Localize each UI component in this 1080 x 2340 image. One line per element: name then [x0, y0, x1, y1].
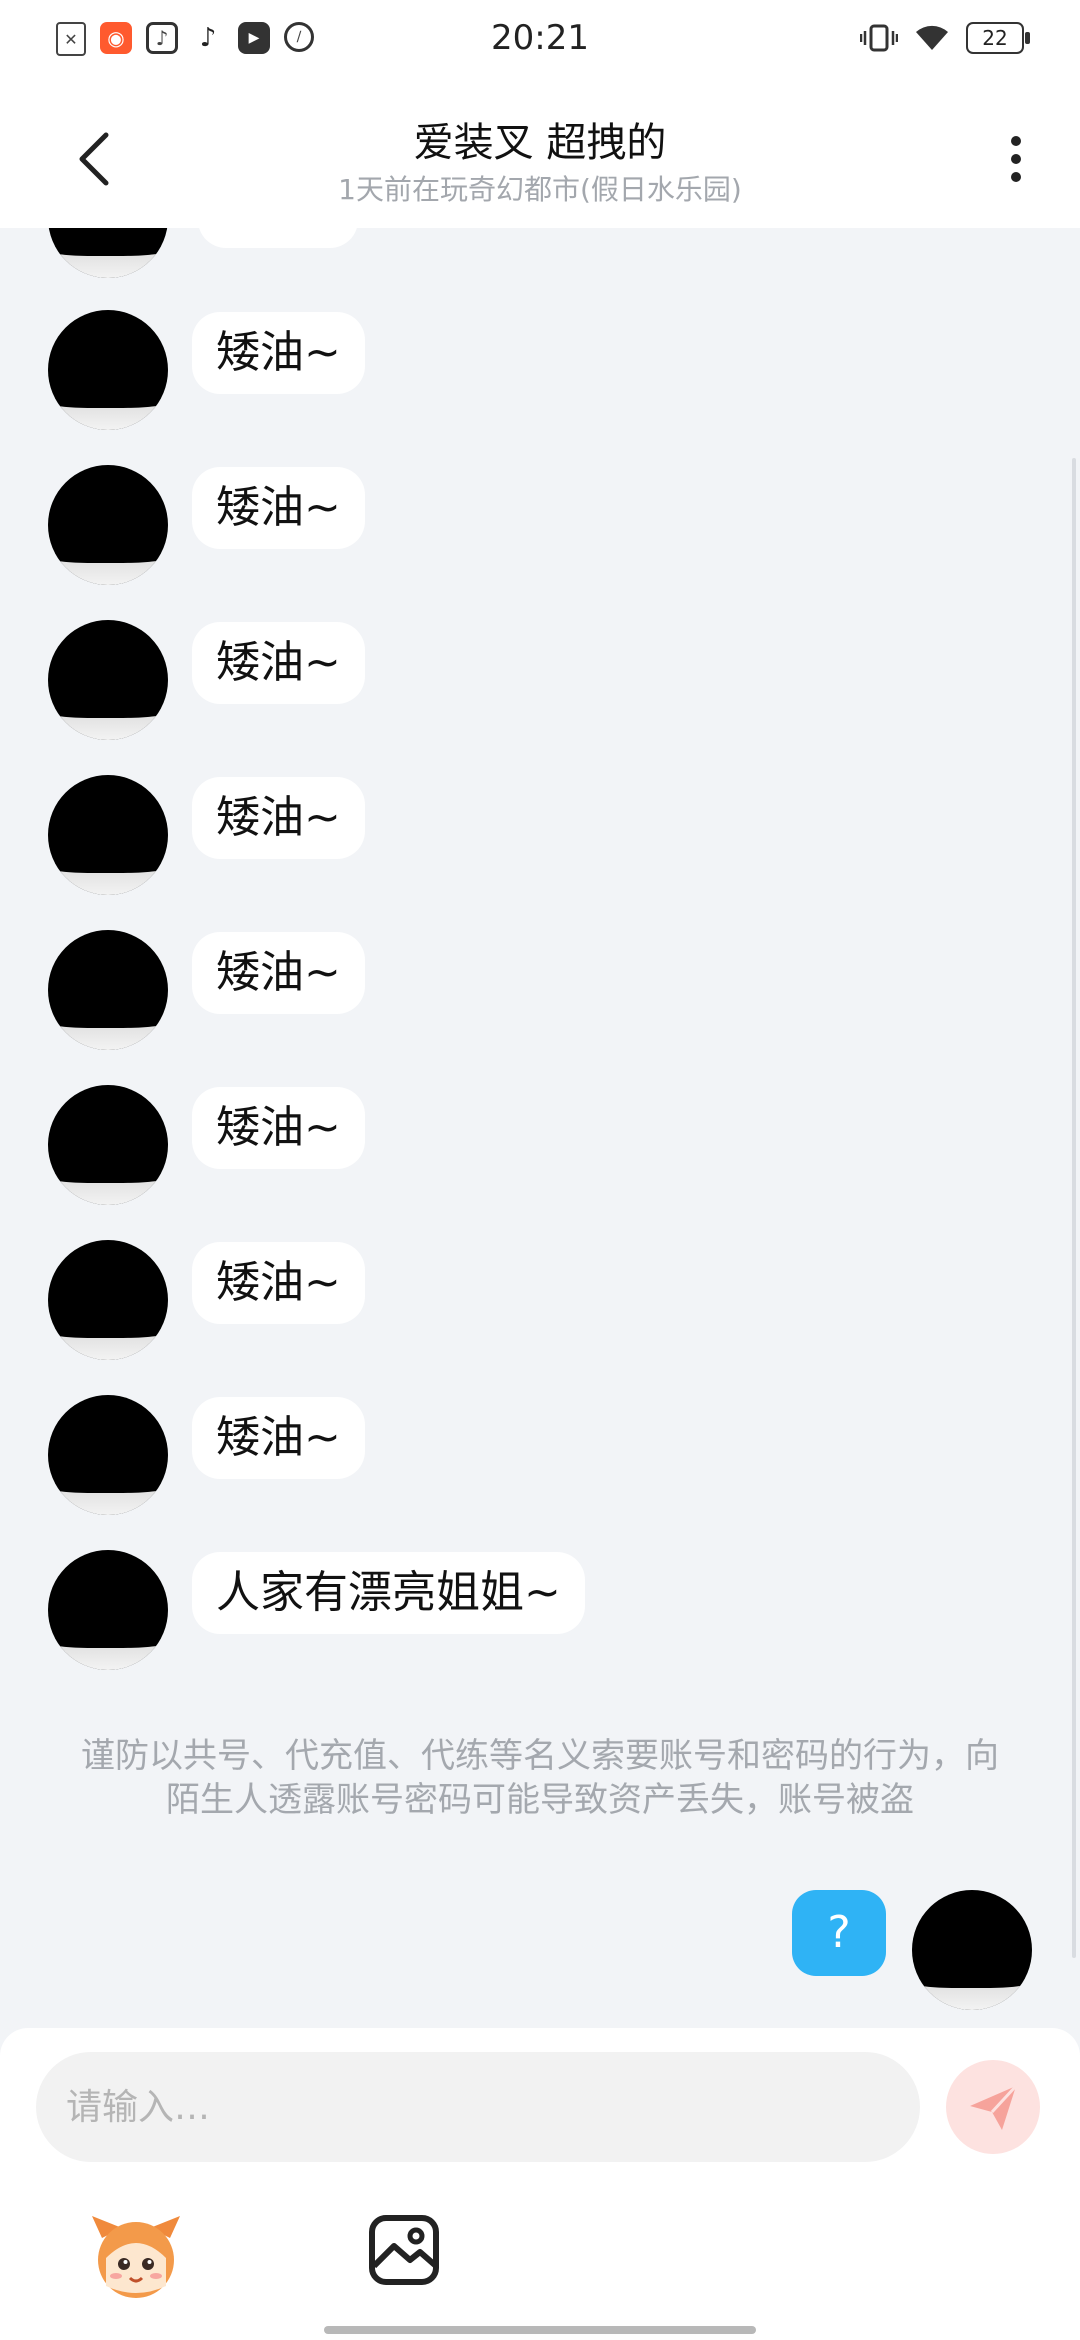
message-row: 矮油~: [48, 930, 365, 1050]
status-bar: ✕ ◉ ♪ ♪ ▶ ∕ 20:21 22: [0, 0, 1080, 84]
more-dot-icon: [1011, 154, 1021, 164]
message-bubble[interactable]: 矮油~: [192, 1397, 365, 1479]
security-warning: 谨防以共号、代充值、代练等名义索要账号和密码的行为，向陌生人透露账号密码可能导致…: [81, 1736, 999, 1820]
message-row: 矮油~: [48, 1395, 365, 1515]
avatar[interactable]: [48, 930, 168, 1050]
home-indicator[interactable]: [324, 2326, 756, 2334]
avatar[interactable]: [48, 310, 168, 430]
avatar[interactable]: [48, 620, 168, 740]
message-input[interactable]: [36, 2052, 920, 2162]
message-row: 矮油~: [48, 465, 365, 585]
image-button[interactable]: [366, 2212, 442, 2288]
message-bubble[interactable]: 矮油~: [192, 777, 365, 859]
scrollbar[interactable]: [1072, 458, 1076, 1958]
avatar[interactable]: [48, 465, 168, 585]
vibrate-icon: [860, 24, 898, 52]
wifi-icon: [916, 25, 948, 50]
message-bubble[interactable]: 矮油~: [192, 312, 365, 394]
send-icon: [970, 2084, 1018, 2130]
message-row: 矮油~: [48, 1240, 365, 1360]
send-button[interactable]: [946, 2060, 1040, 2154]
contact-name: 爱装叉 超拽的: [413, 120, 667, 166]
avatar[interactable]: [48, 775, 168, 895]
more-dot-icon: [1011, 136, 1021, 146]
input-panel: [0, 2028, 1080, 2340]
sticker-button[interactable]: [88, 2208, 184, 2304]
more-options-button[interactable]: [996, 124, 1036, 194]
avatar[interactable]: [48, 1395, 168, 1515]
message-row: 矮油~: [48, 775, 365, 895]
message-bubble[interactable]: 矮油~: [192, 622, 365, 704]
message-row: 矮油~: [48, 620, 365, 740]
more-dot-icon: [1011, 172, 1021, 182]
self-avatar[interactable]: [912, 1890, 1032, 2010]
message-bubble[interactable]: 人家有漂亮姐姐~: [192, 1552, 585, 1634]
self-message-bubble[interactable]: ?: [792, 1890, 886, 1976]
partial-message: [48, 228, 358, 278]
battery-icon: 22: [966, 22, 1030, 54]
image-icon: [369, 2215, 439, 2285]
last-active-status: 1天前在玩奇幻都市(假日水乐园): [338, 173, 742, 206]
self-message-row: ?: [792, 1890, 1032, 2010]
message-bubble[interactable]: 矮油~: [192, 1242, 365, 1324]
avatar[interactable]: [48, 228, 168, 278]
avatar[interactable]: [48, 1085, 168, 1205]
message-row: 人家有漂亮姐姐~: [48, 1550, 585, 1670]
message-bubble[interactable]: 矮油~: [192, 932, 365, 1014]
message-row: 矮油~: [48, 310, 365, 430]
message-row: 矮油~: [48, 1085, 365, 1205]
message-bubble[interactable]: 矮油~: [192, 467, 365, 549]
avatar[interactable]: [48, 1550, 168, 1670]
avatar[interactable]: [48, 1240, 168, 1360]
system-icons: 22: [860, 22, 1030, 54]
message-bubble[interactable]: 矮油~: [192, 1087, 365, 1169]
mascot-sticker-icon: [92, 2216, 180, 2298]
chat-header: 爱装叉 超拽的 1天前在玩奇幻都市(假日水乐园): [0, 84, 1080, 228]
